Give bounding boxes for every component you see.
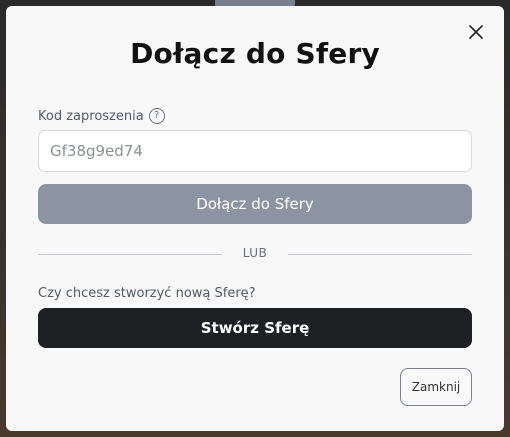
create-sphere-question: Czy chcesz stworzyć nową Sferę? [38,286,256,301]
invite-code-label-row: Kod zaproszenia ? [38,107,165,125]
close-text-button[interactable]: Zamknij [400,368,472,406]
help-icon[interactable]: ? [148,108,165,124]
invite-code-label: Kod zaproszenia [38,108,144,124]
create-sphere-button[interactable]: Stwórz Sferę [38,308,472,348]
divider-line-right [288,254,472,255]
divider-line-left [38,254,222,255]
join-sphere-button[interactable]: Dołącz do Sfery [38,184,472,224]
modal-title: Dołącz do Sfery [130,37,380,70]
divider-or-text: LUB [242,246,268,260]
invite-code-input[interactable] [38,130,472,172]
